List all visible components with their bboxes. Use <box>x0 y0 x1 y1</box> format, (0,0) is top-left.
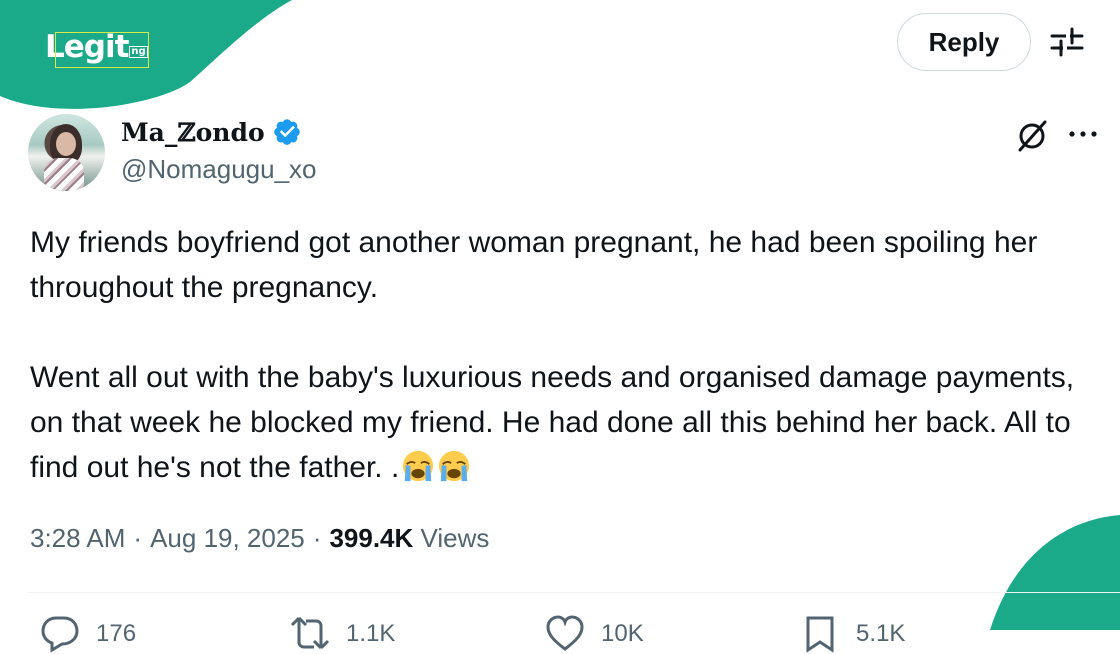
tweet-paragraph-2-text: Went all out with the baby's luxurious n… <box>30 361 1075 484</box>
logo-suffix: ng <box>129 46 148 58</box>
loudly-crying-face-icon <box>403 450 434 482</box>
author-display-name[interactable]: Ma_ℤondo <box>121 117 302 147</box>
bookmark-count: 5.1K <box>856 620 906 647</box>
more-dots-icon[interactable] <box>1067 124 1099 144</box>
tweet-meta: 3:28 AM · Aug 19, 2025 · 399.4K Views <box>30 523 489 554</box>
reply-action[interactable]: 176 <box>40 614 136 654</box>
avatar[interactable] <box>28 114 105 191</box>
divider <box>28 592 1120 593</box>
retweet-icon <box>290 616 330 650</box>
tweet-paragraph-1: My friends boyfriend got another woman p… <box>30 226 1038 304</box>
author-handle[interactable]: @Nomagugu_xo <box>121 154 317 185</box>
tweet-paragraph-2: Went all out with the baby's luxurious n… <box>30 355 1105 490</box>
verified-badge-icon[interactable] <box>272 117 302 147</box>
like-count: 10K <box>601 620 644 647</box>
reply-button[interactable]: Reply <box>897 13 1031 71</box>
tweet-date[interactable]: Aug 19, 2025 <box>150 523 305 554</box>
sliders-icon[interactable] <box>1050 26 1084 58</box>
retweet-count: 1.1K <box>346 620 396 647</box>
views-label: Views <box>420 523 490 553</box>
meta-separator: · <box>133 523 143 553</box>
like-action[interactable]: 10K <box>545 614 644 654</box>
meta-separator: · <box>312 523 322 553</box>
reply-count: 176 <box>96 620 137 647</box>
heart-icon <box>546 615 584 651</box>
avatar-face <box>56 132 76 156</box>
bookmark-icon <box>806 616 834 653</box>
avatar-shirt <box>44 158 84 191</box>
tweet-text: My friends boyfriend got another woman p… <box>30 220 1105 490</box>
bookmark-action[interactable]: 5.1K <box>800 614 905 654</box>
views-count: 399.4K <box>329 523 414 553</box>
legit-logo[interactable]: Legit ng <box>45 29 148 65</box>
tweet-time[interactable]: 3:28 AM <box>30 523 125 554</box>
grok-slash-icon[interactable] <box>1014 118 1050 154</box>
reply-bubble-icon <box>41 616 79 653</box>
display-name-text: Ma_ℤondo <box>121 117 265 147</box>
retweet-action[interactable]: 1.1K <box>290 614 395 654</box>
loudly-crying-face-icon <box>439 450 470 482</box>
